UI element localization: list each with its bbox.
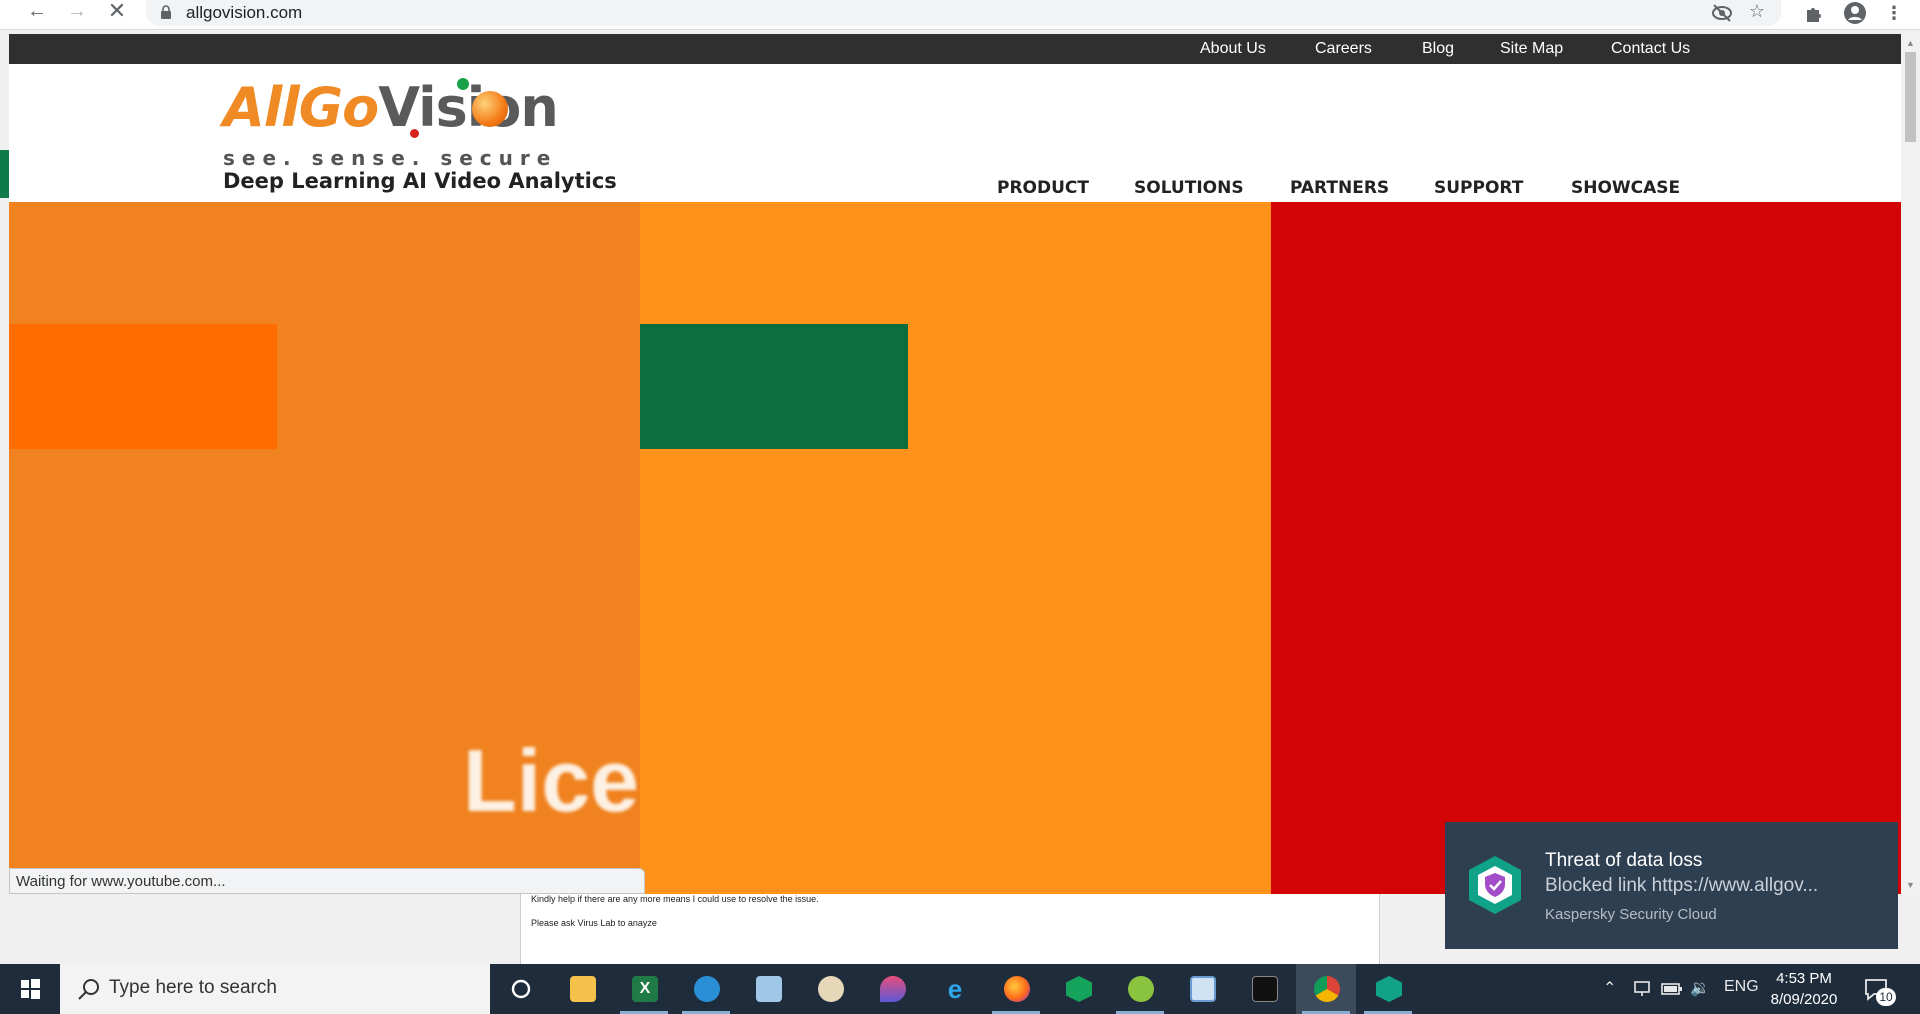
taskbar-edge[interactable] <box>676 964 736 1014</box>
forward-arrow-icon[interactable]: → <box>62 0 92 24</box>
top-utility-bar: About Us Careers Blog Site Map Contact U… <box>9 34 1901 64</box>
taskbar-search[interactable]: Type here to search <box>60 964 490 1014</box>
browser-window: ← → ✕ allgovision.com ☆ ⋮ About Us Caree… <box>0 0 1920 896</box>
taskbar-excel[interactable]: X <box>614 964 674 1014</box>
nav-solutions[interactable]: SOLUTIONS <box>1134 178 1244 198</box>
kaspersky-shield-icon <box>1469 856 1521 914</box>
droplet-icon <box>880 976 906 1002</box>
taskbar-notepad[interactable] <box>738 964 798 1014</box>
taskbar-terminal[interactable] <box>1234 964 1294 1014</box>
nav-partners[interactable]: PARTNERS <box>1290 178 1389 198</box>
clock-date: 8/09/2020 <box>1770 991 1838 1008</box>
page-viewport: About Us Careers Blog Site Map Contact U… <box>9 34 1901 894</box>
link-contact-us[interactable]: Contact Us <box>1611 40 1690 58</box>
cortana-circle-icon <box>511 979 531 999</box>
scrollbar-thumb[interactable] <box>1905 52 1916 142</box>
link-about-us[interactable]: About Us <box>1200 40 1266 58</box>
terminal-icon <box>1252 976 1278 1002</box>
url-text: allgovision.com <box>186 3 303 22</box>
task-view-button[interactable] <box>490 964 550 1014</box>
profile-avatar-icon[interactable] <box>1843 1 1867 25</box>
link-blog[interactable]: Blog <box>1422 40 1454 58</box>
taskbar-password-manager[interactable] <box>1048 964 1108 1014</box>
menu-kebab-icon[interactable]: ⋮ <box>1882 2 1906 24</box>
taskbar-paint[interactable] <box>800 964 860 1014</box>
vpn-icon <box>1128 976 1154 1002</box>
internet-explorer-icon: e <box>947 974 963 1004</box>
stop-loading-icon[interactable]: ✕ <box>102 0 132 24</box>
nav-product[interactable]: PRODUCT <box>997 178 1089 198</box>
language-indicator[interactable]: ENG <box>1724 978 1759 996</box>
windows-taskbar: Type here to search X e ⌃ 🔉 ENG 4:53 PM … <box>0 964 1920 1014</box>
notification-message: Blocked link https://www.allgov... <box>1545 875 1819 896</box>
notification-count-badge: 10 <box>1876 988 1896 1006</box>
notification-source: Kaspersky Security Cloud <box>1545 906 1717 923</box>
kaspersky-notification[interactable]: Threat of data loss Blocked link https:/… <box>1445 822 1898 949</box>
logo-dot <box>457 78 469 90</box>
taskbar-vpn[interactable] <box>1110 964 1170 1014</box>
status-text: Waiting for www.youtube.com... <box>16 873 226 890</box>
nav-showcase[interactable]: SHOWCASE <box>1571 178 1680 198</box>
chrome-icon <box>1314 976 1340 1002</box>
bookmark-star-icon[interactable]: ☆ <box>1745 0 1769 22</box>
firefox-icon <box>1004 976 1030 1002</box>
hero-panel-2 <box>640 202 1271 894</box>
taskbar-color-app[interactable] <box>862 964 922 1014</box>
hero-panel-1: Licen <box>9 202 693 894</box>
clock-time: 4:53 PM <box>1776 970 1832 987</box>
kaspersky-icon <box>1376 976 1402 1002</box>
control-panel-icon <box>1190 976 1216 1002</box>
taskbar-file-explorer[interactable] <box>552 964 612 1014</box>
folder-icon <box>570 976 596 1002</box>
link-site-map[interactable]: Site Map <box>1500 40 1563 58</box>
taskbar-kaspersky[interactable] <box>1358 964 1418 1014</box>
page-scrollbar[interactable]: ▲ ▼ <box>1901 34 1920 894</box>
nav-support[interactable]: SUPPORT <box>1434 178 1523 198</box>
back-arrow-icon[interactable]: ← <box>22 0 52 24</box>
hero-block <box>640 324 908 449</box>
notepad-icon <box>756 976 782 1002</box>
volume-speaker-icon[interactable]: 🔉 <box>1690 978 1710 998</box>
search-placeholder: Type here to search <box>109 977 277 998</box>
edge-icon <box>694 976 720 1002</box>
extensions-puzzle-icon[interactable] <box>1803 2 1825 24</box>
taskbar-internet-explorer[interactable]: e <box>924 964 984 1014</box>
link-careers[interactable]: Careers <box>1315 40 1372 58</box>
show-hidden-icons-chevron-up-icon[interactable]: ⌃ <box>1603 978 1616 998</box>
network-icon[interactable] <box>1632 980 1652 998</box>
scroll-up-icon[interactable]: ▲ <box>1905 38 1916 48</box>
excel-icon: X <box>632 976 658 1002</box>
battery-icon[interactable] <box>1661 982 1683 996</box>
hero-block <box>9 324 277 449</box>
taskbar-chrome[interactable] <box>1296 964 1356 1014</box>
lock-icon <box>161 5 171 19</box>
background-doc-line: Please ask Virus Lab to anayze <box>531 918 657 928</box>
logo-part-allgo: AllGo <box>223 76 379 139</box>
tracking-blocked-icon[interactable] <box>1711 3 1733 23</box>
search-icon <box>78 979 99 1000</box>
site-header: AllGoVision see. sense. secure Deep Lear… <box>9 64 1901 202</box>
notification-title: Threat of data loss <box>1545 850 1703 871</box>
hero-slider[interactable]: Licen <box>9 202 1901 894</box>
taskbar-clock[interactable]: 4:53 PM 8/09/2020 <box>1764 968 1844 1010</box>
hero-panel-3 <box>1271 202 1901 894</box>
logo-ball <box>472 91 508 127</box>
address-bar[interactable]: allgovision.com ☆ <box>146 0 1781 26</box>
taskbar-firefox[interactable] <box>986 964 1046 1014</box>
taskbar-control-panel[interactable] <box>1172 964 1232 1014</box>
paint-palette-icon <box>818 976 844 1002</box>
password-key-icon <box>1066 976 1092 1002</box>
browser-status-bar: Waiting for www.youtube.com... <box>9 868 645 894</box>
scroll-down-icon[interactable]: ▼ <box>1905 880 1916 890</box>
logo-dot <box>410 129 419 138</box>
logo-tagline: see. sense. secure <box>223 146 558 170</box>
windows-start-icon[interactable] <box>0 964 60 1014</box>
logo-subtagline: Deep Learning AI Video Analytics <box>223 169 617 193</box>
browser-toolbar: ← → ✕ allgovision.com ☆ ⋮ <box>0 0 1920 30</box>
